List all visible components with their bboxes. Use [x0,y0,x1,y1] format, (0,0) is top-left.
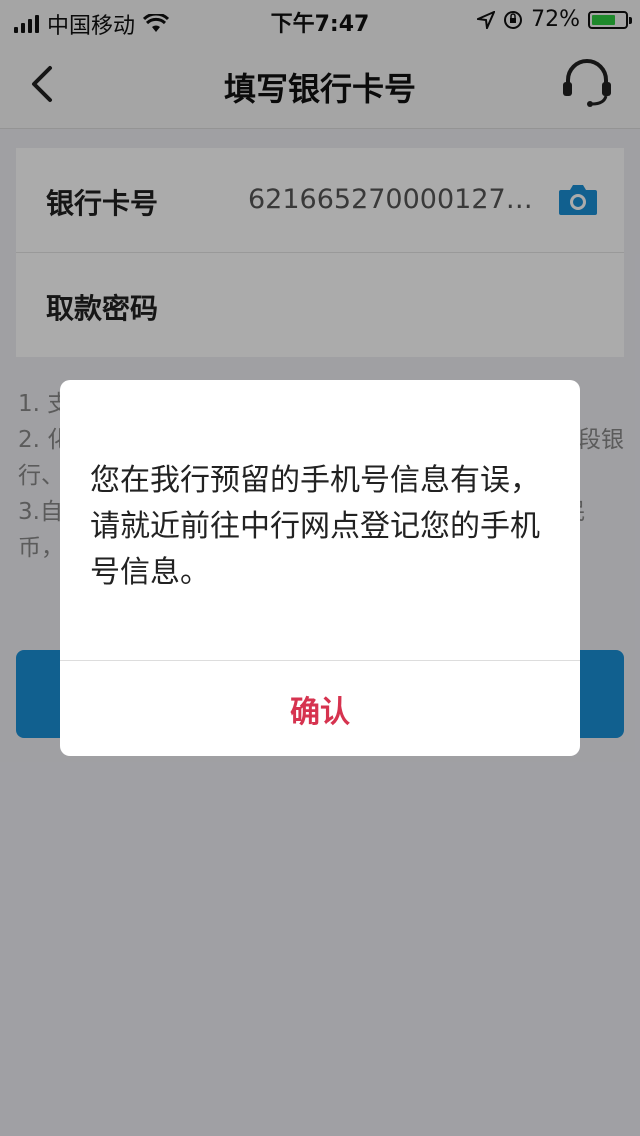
dialog-message: 您在我行预留的手机号信息有误，请就近前往中行网点登记您的手机号信息。 [90,463,540,590]
alert-dialog: 您在我行预留的手机号信息有误，请就近前往中行网点登记您的手机号信息。 确认 [60,380,580,756]
confirm-button[interactable]: 确认 [60,661,580,756]
